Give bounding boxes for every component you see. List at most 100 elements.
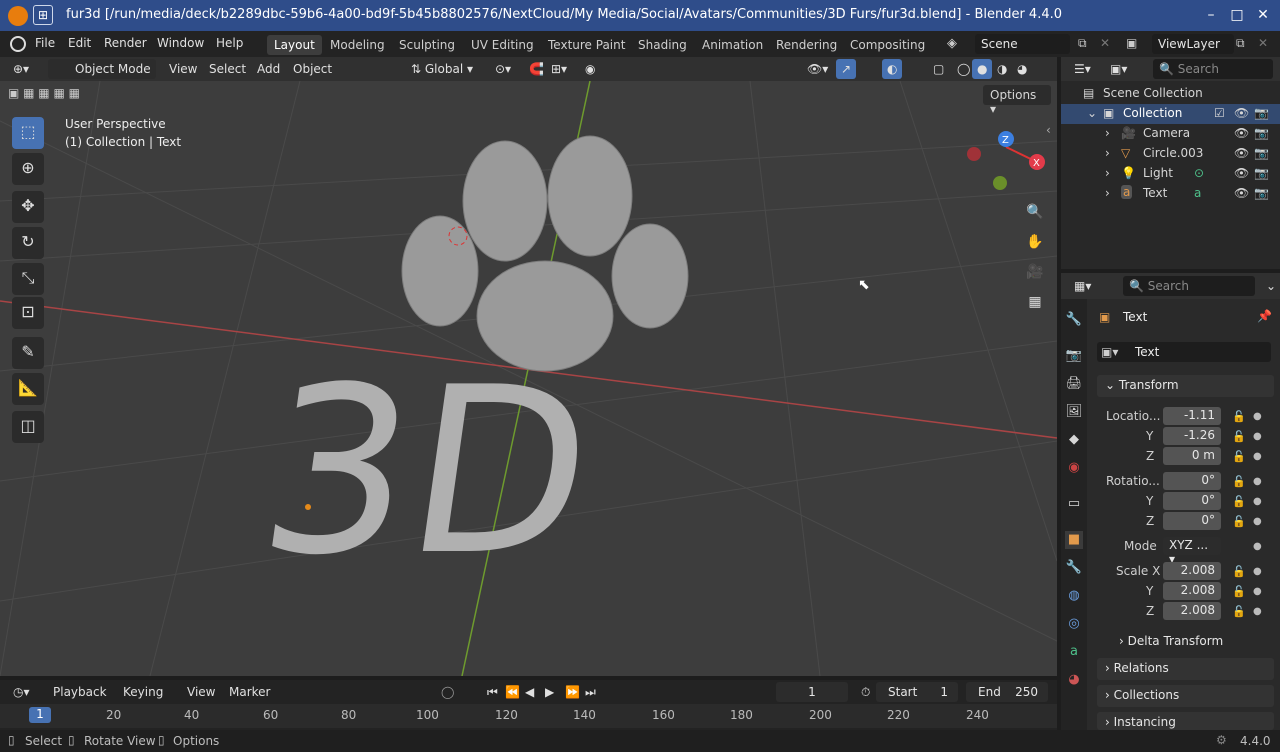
scale-y-lock-icon[interactable]: 🔓: [1232, 585, 1246, 598]
solid-shading-icon[interactable]: ●: [972, 59, 993, 79]
location-y-lock-icon[interactable]: 🔓: [1232, 430, 1246, 443]
editor-type-icon[interactable]: ⊕▾: [8, 59, 34, 79]
current-frame-field[interactable]: 1: [776, 682, 848, 702]
new-scene-icon[interactable]: ⧉: [1078, 36, 1087, 51]
scale-x-lock-icon[interactable]: 🔓: [1232, 565, 1246, 578]
gizmo-y[interactable]: [993, 176, 1007, 190]
camera-render-icon[interactable]: 📷: [1254, 126, 1269, 140]
menu-select[interactable]: Select: [204, 59, 251, 79]
options-button[interactable]: Options ▾: [983, 85, 1051, 116]
circle-render-icon[interactable]: 📷: [1254, 146, 1269, 160]
menu-object[interactable]: Object: [288, 59, 337, 79]
pan-icon[interactable]: ✋: [1022, 229, 1048, 255]
end-frame-field[interactable]: End 250: [966, 682, 1048, 702]
location-z-keyframe-icon[interactable]: ●: [1253, 451, 1262, 462]
maximize-button[interactable]: □: [1226, 5, 1248, 27]
location-y-field[interactable]: -1.26: [1163, 427, 1221, 445]
xray-icon[interactable]: ▢: [928, 59, 949, 79]
tab-animation[interactable]: Animation: [695, 35, 770, 55]
location-x-field[interactable]: -1.11: [1163, 407, 1221, 425]
play-icon[interactable]: ▶: [540, 682, 559, 702]
location-y-keyframe-icon[interactable]: ●: [1253, 431, 1262, 442]
rotation-x-lock-icon[interactable]: 🔓: [1232, 475, 1246, 488]
object-name-field[interactable]: ▣▾ Text: [1097, 342, 1271, 362]
outliner-search[interactable]: 🔍 Search: [1153, 59, 1273, 79]
outliner-row-camera[interactable]: › 🎥 Camera 👁 📷: [1061, 124, 1280, 144]
collection-render-icon[interactable]: 📷: [1254, 106, 1269, 120]
scale-y-field[interactable]: 2.008: [1163, 582, 1221, 600]
menu-file[interactable]: File: [35, 36, 55, 50]
expand-circle-icon[interactable]: ›: [1105, 146, 1110, 160]
tab-sculpting[interactable]: Sculpting: [392, 35, 462, 55]
select-box-modes[interactable]: ▣ ▦ ▦ ▦ ▦: [8, 86, 104, 104]
remove-viewlayer-icon[interactable]: ✕: [1258, 36, 1268, 50]
location-z-field[interactable]: 0 m: [1163, 447, 1221, 465]
output-tab-icon[interactable]: 🖨: [1065, 375, 1083, 393]
tab-modeling[interactable]: Modeling: [323, 35, 392, 55]
tab-shading[interactable]: Shading: [631, 35, 694, 55]
tab-layout[interactable]: Layout: [267, 35, 322, 55]
render-tab-icon[interactable]: 📷: [1065, 347, 1083, 365]
data-tab-icon[interactable]: a: [1065, 643, 1083, 661]
rotation-mode-dropdown[interactable]: XYZ ... ▾: [1163, 537, 1221, 566]
cursor-tool-icon[interactable]: ⊕: [12, 153, 44, 185]
rotation-z-lock-icon[interactable]: 🔓: [1232, 515, 1246, 528]
scene-selector[interactable]: Scene: [975, 34, 1070, 54]
auto-key-icon[interactable]: ◯: [436, 682, 459, 702]
add-cube-tool-icon[interactable]: ◫: [12, 411, 44, 443]
outliner-row-collection[interactable]: ⌄ ▣ Collection ☑ 👁 📷: [1061, 104, 1280, 124]
world-tab-icon[interactable]: ◉: [1065, 459, 1083, 477]
outliner-row-scene-collection[interactable]: ▤ Scene Collection: [1061, 84, 1280, 104]
collection-eye-icon[interactable]: 👁: [1234, 106, 1249, 120]
camera-view-icon[interactable]: 🎥: [1022, 259, 1048, 285]
rotation-x-field[interactable]: 0°: [1163, 472, 1221, 490]
preview-range-icon[interactable]: ⏱: [856, 682, 875, 702]
pivot-icon[interactable]: ⊙▾: [490, 59, 516, 79]
frame-ruler[interactable]: 1 20 40 60 80 100 120 140 160 180 200 22…: [0, 704, 1057, 728]
material-shading-icon[interactable]: ◑: [992, 59, 1012, 79]
properties-editor-icon[interactable]: ▦▾: [1069, 276, 1096, 296]
mode-dropdown[interactable]: Object Mode: [48, 59, 156, 79]
annotate-tool-icon[interactable]: ✎: [12, 337, 44, 369]
menu-add[interactable]: Add: [252, 59, 285, 79]
collections-panel-header[interactable]: › Collections: [1097, 685, 1274, 707]
scale-x-field[interactable]: 2.008: [1163, 562, 1221, 580]
rotation-y-lock-icon[interactable]: 🔓: [1232, 495, 1246, 508]
select-tool-icon[interactable]: ⬚: [12, 117, 44, 149]
ortho-toggle-icon[interactable]: ▦: [1022, 289, 1048, 315]
location-x-keyframe-icon[interactable]: ●: [1253, 411, 1262, 422]
scale-z-field[interactable]: 2.008: [1163, 602, 1221, 620]
outliner-editor-icon[interactable]: ☰▾: [1069, 59, 1096, 79]
menu-window[interactable]: Window: [157, 36, 204, 50]
snap-target-icon[interactable]: ⊞▾: [546, 59, 572, 79]
playhead-frame[interactable]: 1: [29, 707, 51, 723]
orientation-dropdown[interactable]: ⇅ Global ▾: [406, 59, 486, 79]
outliner-display-mode-icon[interactable]: ▣▾: [1105, 59, 1132, 79]
expand-camera-icon[interactable]: ›: [1105, 126, 1110, 140]
collection-checkbox[interactable]: ☑: [1214, 106, 1225, 120]
collapse-sidebar-icon[interactable]: ‹: [1046, 123, 1051, 137]
viewlayer-icon[interactable]: ▣: [1126, 36, 1137, 50]
gizmo-toggle-icon[interactable]: ↗: [836, 59, 857, 79]
jump-end-icon[interactable]: ⏭: [580, 682, 601, 702]
physics-tab-icon[interactable]: ◎: [1065, 615, 1083, 633]
proportional-edit-icon[interactable]: ◉: [580, 59, 600, 79]
outliner-row-light[interactable]: › 💡 Light ⊙ 👁 📷: [1061, 164, 1280, 184]
scale-y-keyframe-icon[interactable]: ●: [1253, 586, 1262, 597]
tab-rendering[interactable]: Rendering: [769, 35, 844, 55]
object-tab-icon[interactable]: ■: [1065, 531, 1083, 549]
rotation-z-keyframe-icon[interactable]: ●: [1253, 516, 1262, 527]
rotation-z-field[interactable]: 0°: [1163, 512, 1221, 530]
remove-scene-icon[interactable]: ✕: [1100, 36, 1110, 50]
scene-tab-icon[interactable]: ◆: [1065, 431, 1083, 449]
location-x-lock-icon[interactable]: 🔓: [1232, 410, 1246, 423]
menu-keying[interactable]: Keying: [118, 682, 168, 702]
tab-uv-editing[interactable]: UV Editing: [464, 35, 541, 55]
3d-viewport[interactable]: 3D X Z ▣ ▦ ▦ ▦ ▦ User Perspective (1) Co…: [0, 81, 1057, 676]
scale-z-keyframe-icon[interactable]: ●: [1253, 606, 1262, 617]
close-button[interactable]: ✕: [1252, 5, 1274, 27]
measure-tool-icon[interactable]: 📐: [12, 373, 44, 405]
view-layer-tab-icon[interactable]: 🖼: [1065, 403, 1083, 421]
text-render-icon[interactable]: 📷: [1254, 186, 1269, 200]
move-tool-icon[interactable]: ✥: [12, 191, 44, 223]
